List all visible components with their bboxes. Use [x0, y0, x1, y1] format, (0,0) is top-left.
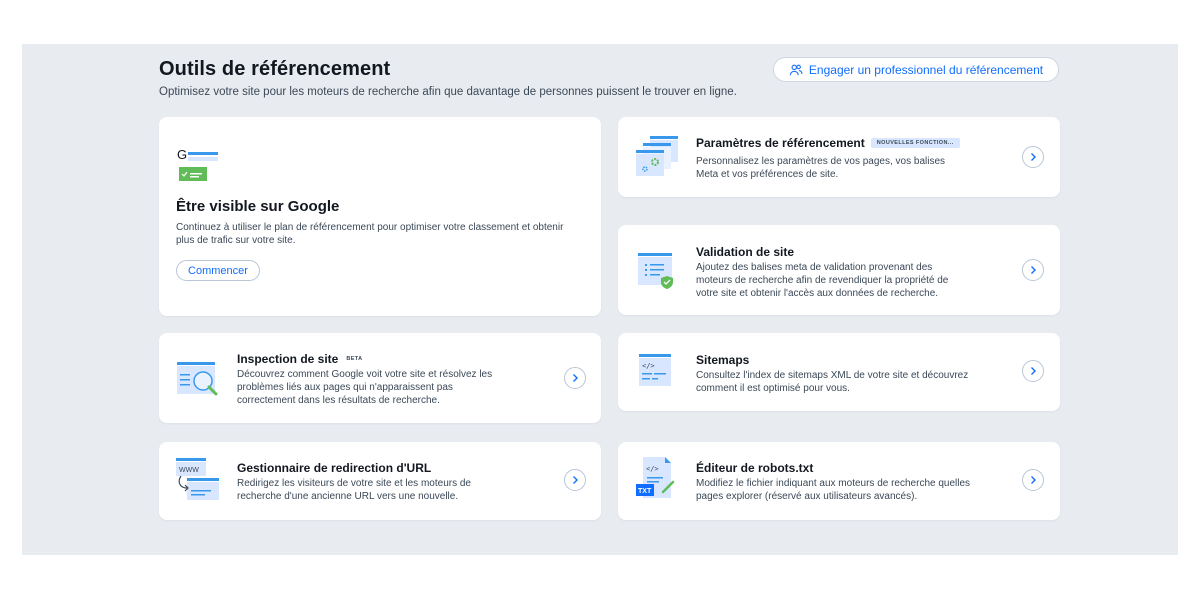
robots-editor-title: Éditeur de robots.txt	[696, 461, 814, 475]
verification-page-icon	[638, 253, 673, 289]
www-glyph: WWW	[179, 467, 199, 474]
magnifier-page-icon	[177, 362, 218, 396]
seo-settings-title-row: Paramètres de référencement NOUVELLES FON…	[696, 136, 960, 150]
redirect-www-icon: WWW	[176, 458, 219, 500]
people-icon	[789, 64, 803, 75]
site-verification-open-button[interactable]	[1022, 259, 1044, 281]
site-verification-title: Validation de site	[696, 245, 795, 259]
chevron-right-icon	[573, 476, 578, 484]
robots-editor-open-button[interactable]	[1022, 469, 1044, 491]
sitemaps-title: Sitemaps	[696, 353, 750, 367]
site-inspection-description: Découvrez comment Google voit votre site…	[237, 369, 493, 406]
hire-seo-pro-label: Engager un professionnel du référencemen…	[808, 62, 1044, 77]
chevron-right-icon	[1031, 476, 1036, 484]
seo-settings-description: Personnalisez les paramètres de vos page…	[696, 156, 946, 180]
robots-txt-icon: </> TXT	[636, 457, 675, 498]
page-title: Outils de référencement	[159, 58, 391, 80]
settings-pages-icon	[636, 136, 678, 176]
sitemap-code-icon: </>	[639, 354, 671, 386]
start-button[interactable]: Commencer	[176, 260, 260, 281]
sitemaps-open-button[interactable]	[1022, 360, 1044, 382]
robots-editor-description: Modifiez le fichier indiquant aux moteur…	[696, 478, 971, 502]
sitemaps-description: Consultez l'index de sitemaps XML de vot…	[696, 370, 969, 394]
beta-badge: BETA	[346, 355, 363, 362]
new-features-badge: NOUVELLES FONCTION...	[870, 137, 960, 148]
url-redirect-title: Gestionnaire de redirection d'URL	[237, 461, 432, 475]
google-g-glyph: G	[177, 147, 187, 162]
code-tag-glyph: </>	[646, 465, 659, 473]
chevron-right-icon	[573, 374, 578, 382]
seo-settings-open-button[interactable]	[1022, 146, 1044, 168]
site-inspection-title: Inspection de site	[237, 352, 339, 366]
google-search-icon: G	[177, 147, 218, 181]
seo-settings-title: Paramètres de référencement	[696, 136, 865, 150]
hire-seo-pro-button[interactable]: Engager un professionnel du référencemen…	[773, 57, 1059, 82]
site-inspection-open-button[interactable]	[564, 367, 586, 389]
chevron-right-icon	[1031, 266, 1036, 274]
google-visibility-description: Continuez à utiliser le plan de référenc…	[176, 222, 564, 246]
url-redirect-open-button[interactable]	[564, 469, 586, 491]
chevron-right-icon	[1031, 153, 1036, 161]
google-visibility-title: Être visible sur Google	[176, 198, 340, 215]
page-subtitle: Optimisez votre site pour les moteurs de…	[159, 86, 737, 98]
chevron-right-icon	[1031, 367, 1036, 375]
url-redirect-description: Redirigez les visiteurs de votre site et…	[237, 478, 471, 502]
site-inspection-title-row: Inspection de site BETA	[237, 352, 365, 366]
site-verification-description: Ajoutez des balises meta de validation p…	[696, 262, 949, 299]
code-tag-glyph: </>	[642, 362, 655, 370]
google-visibility-card	[159, 117, 601, 316]
txt-glyph: TXT	[638, 488, 652, 495]
